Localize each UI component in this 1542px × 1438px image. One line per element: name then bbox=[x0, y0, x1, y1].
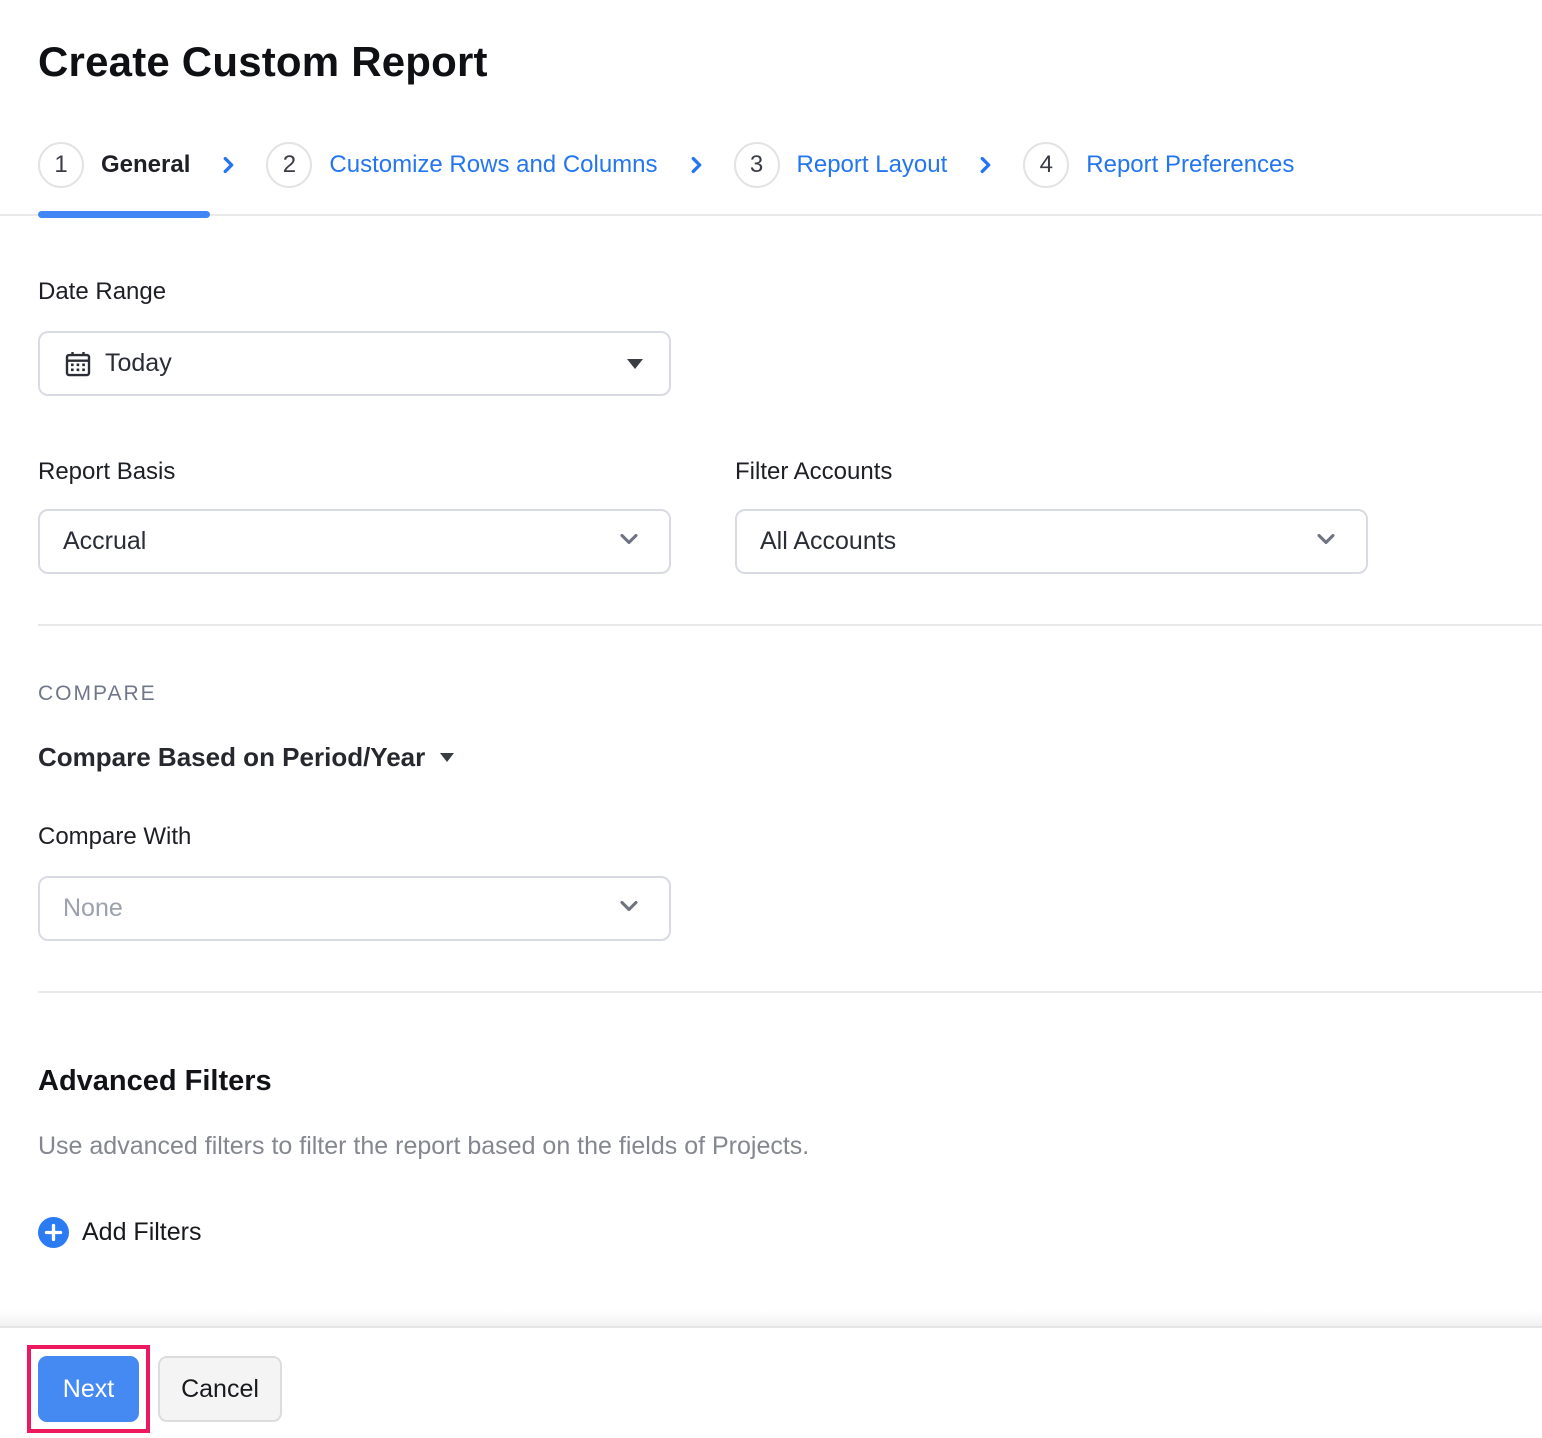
chevron-right-icon bbox=[217, 154, 239, 176]
chevron-down-icon bbox=[1312, 525, 1340, 558]
step-label: Report Layout bbox=[797, 151, 948, 179]
plus-circle-icon bbox=[38, 1217, 69, 1248]
filter-accounts-label: Filter Accounts bbox=[735, 458, 1368, 486]
advanced-filters-heading: Advanced Filters bbox=[38, 1065, 1542, 1098]
step-label: Customize Rows and Columns bbox=[329, 151, 657, 179]
compare-section-label: COMPARE bbox=[38, 682, 1542, 706]
cancel-button[interactable]: Cancel bbox=[158, 1356, 282, 1422]
main-content: Create Custom Report 1 General 2 Customi… bbox=[0, 0, 1542, 1253]
advanced-filters-description: Use advanced filters to filter the repor… bbox=[38, 1132, 1542, 1161]
step-general[interactable]: 1 General bbox=[38, 142, 190, 188]
step-number-badge: 4 bbox=[1023, 142, 1069, 188]
footer-action-bar: Next Cancel bbox=[0, 1326, 1542, 1438]
compare-based-on-label: Compare Based on Period/Year bbox=[38, 742, 425, 773]
compare-with-label: Compare With bbox=[38, 823, 1542, 851]
compare-with-value: None bbox=[63, 894, 123, 923]
report-basis-select[interactable]: Accrual bbox=[38, 509, 671, 574]
report-basis-label: Report Basis bbox=[38, 458, 671, 486]
filter-accounts-value: All Accounts bbox=[760, 527, 896, 556]
next-button[interactable]: Next bbox=[38, 1356, 139, 1422]
report-basis-value: Accrual bbox=[63, 527, 146, 556]
step-report-preferences[interactable]: 4 Report Preferences bbox=[1023, 142, 1294, 188]
chevron-down-icon bbox=[615, 525, 643, 558]
step-customize-rows-and-columns[interactable]: 2 Customize Rows and Columns bbox=[266, 142, 657, 188]
chevron-down-icon bbox=[615, 892, 643, 925]
step-number-badge: 3 bbox=[734, 142, 780, 188]
add-filters-label: Add Filters bbox=[82, 1218, 201, 1247]
date-range-label: Date Range bbox=[38, 278, 1542, 306]
date-range-value: Today bbox=[105, 349, 172, 378]
caret-down-icon bbox=[440, 753, 454, 762]
step-label: Report Preferences bbox=[1086, 151, 1294, 179]
section-divider bbox=[38, 624, 1542, 626]
step-report-layout[interactable]: 3 Report Layout bbox=[734, 142, 948, 188]
step-label: General bbox=[101, 151, 190, 179]
page-title: Create Custom Report bbox=[38, 38, 1542, 86]
calendar-icon bbox=[63, 349, 93, 379]
section-divider bbox=[38, 991, 1542, 993]
chevron-right-icon bbox=[974, 154, 996, 176]
stepper: 1 General 2 Customize Rows and Columns 3… bbox=[0, 142, 1542, 216]
annotation-highlight-box: Next bbox=[27, 1345, 150, 1433]
compare-based-on-dropdown[interactable]: Compare Based on Period/Year bbox=[38, 742, 454, 773]
caret-down-icon bbox=[627, 359, 643, 369]
add-filters-button[interactable]: Add Filters bbox=[38, 1217, 201, 1248]
compare-with-select[interactable]: None bbox=[38, 876, 671, 941]
step-number-badge: 1 bbox=[38, 142, 84, 188]
filter-accounts-select[interactable]: All Accounts bbox=[735, 509, 1368, 574]
active-step-indicator bbox=[38, 211, 210, 218]
step-number-badge: 2 bbox=[266, 142, 312, 188]
chevron-right-icon bbox=[685, 154, 707, 176]
date-range-select[interactable]: Today bbox=[38, 331, 671, 396]
